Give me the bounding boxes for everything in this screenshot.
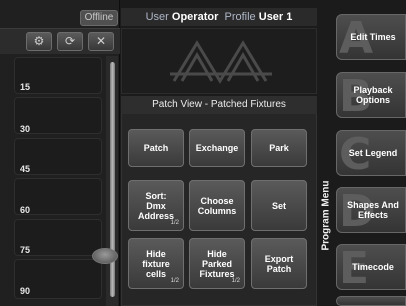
export-patch-button[interactable]: Export Patch (251, 238, 307, 289)
next-softkey-button[interactable] (336, 296, 406, 306)
scrollbar-thumb[interactable] (92, 248, 118, 264)
page-indicator: 1/2 (170, 220, 179, 226)
level-label: 60 (20, 205, 31, 215)
close-icon[interactable]: ✕ (88, 32, 114, 51)
profile-label: Profile (224, 11, 256, 23)
user-profile-header: User Operator Profile User 1 (121, 8, 317, 26)
level-label: 30 (20, 124, 31, 134)
button-label: Set (271, 200, 286, 211)
level-label: 90 (20, 286, 31, 296)
offline-badge: Offline (80, 10, 118, 26)
button-label: Playback Options (353, 85, 393, 105)
button-label: Edit Times (350, 32, 396, 42)
choose-columns-button[interactable]: Choose Columns (189, 180, 245, 231)
hide-parked-fixtures-button[interactable]: Hide Parked Fixtures 1/2 (189, 238, 245, 289)
button-label: Set Legend (348, 148, 398, 158)
hide-fixture-cells-button[interactable]: Hide fixture cells 1/2 (128, 238, 184, 289)
page-indicator: 1/2 (231, 278, 240, 284)
timecode-button[interactable]: E Timecode (336, 244, 406, 290)
button-label: Exchange (195, 143, 239, 153)
set-button[interactable]: Set (251, 180, 307, 231)
set-legend-button[interactable]: C Set Legend (336, 130, 406, 176)
profile-name: User 1 (258, 11, 293, 23)
patch-button[interactable]: Patch (128, 129, 184, 167)
button-label: Sort: Dmx Address (138, 190, 175, 221)
user-label: User (145, 11, 169, 23)
button-label: Park (269, 143, 289, 153)
shapes-and-effects-button[interactable]: D Shapes And Effects (336, 187, 406, 233)
button-label: Hide Parked Fixtures (199, 248, 235, 279)
level-label: 15 (20, 82, 31, 92)
park-button[interactable]: Park (251, 129, 307, 167)
level-label: 75 (20, 245, 31, 255)
playback-options-button[interactable]: B Playback Options (336, 72, 406, 118)
user-name: Operator (171, 11, 219, 23)
program-menu-strip (317, 8, 335, 306)
program-menu-label: Program Menu (320, 180, 332, 251)
button-label: Shapes And Effects (347, 200, 399, 220)
page-indicator: 1/2 (170, 278, 179, 284)
logo-area (121, 28, 317, 94)
button-label: Export Patch (264, 253, 294, 274)
avolites-logo (170, 40, 272, 84)
exchange-button[interactable]: Exchange (189, 129, 245, 167)
button-label: Hide fixture cells (142, 248, 170, 279)
button-label: Timecode (352, 262, 394, 272)
level-label: 45 (20, 164, 31, 174)
edit-times-button[interactable]: A Edit Times (336, 14, 406, 60)
refresh-icon[interactable]: ⟳ (57, 32, 83, 51)
panel-title: Patch View - Patched Fixtures (121, 96, 317, 114)
gear-icon[interactable]: ⚙ (26, 32, 52, 51)
sort-dmx-address-button[interactable]: Sort: Dmx Address 1/2 (128, 180, 184, 231)
left-toolbar: ⚙ ⟳ ✕ (0, 28, 120, 54)
button-label: Choose Columns (197, 195, 237, 216)
button-label: Patch (143, 143, 169, 153)
